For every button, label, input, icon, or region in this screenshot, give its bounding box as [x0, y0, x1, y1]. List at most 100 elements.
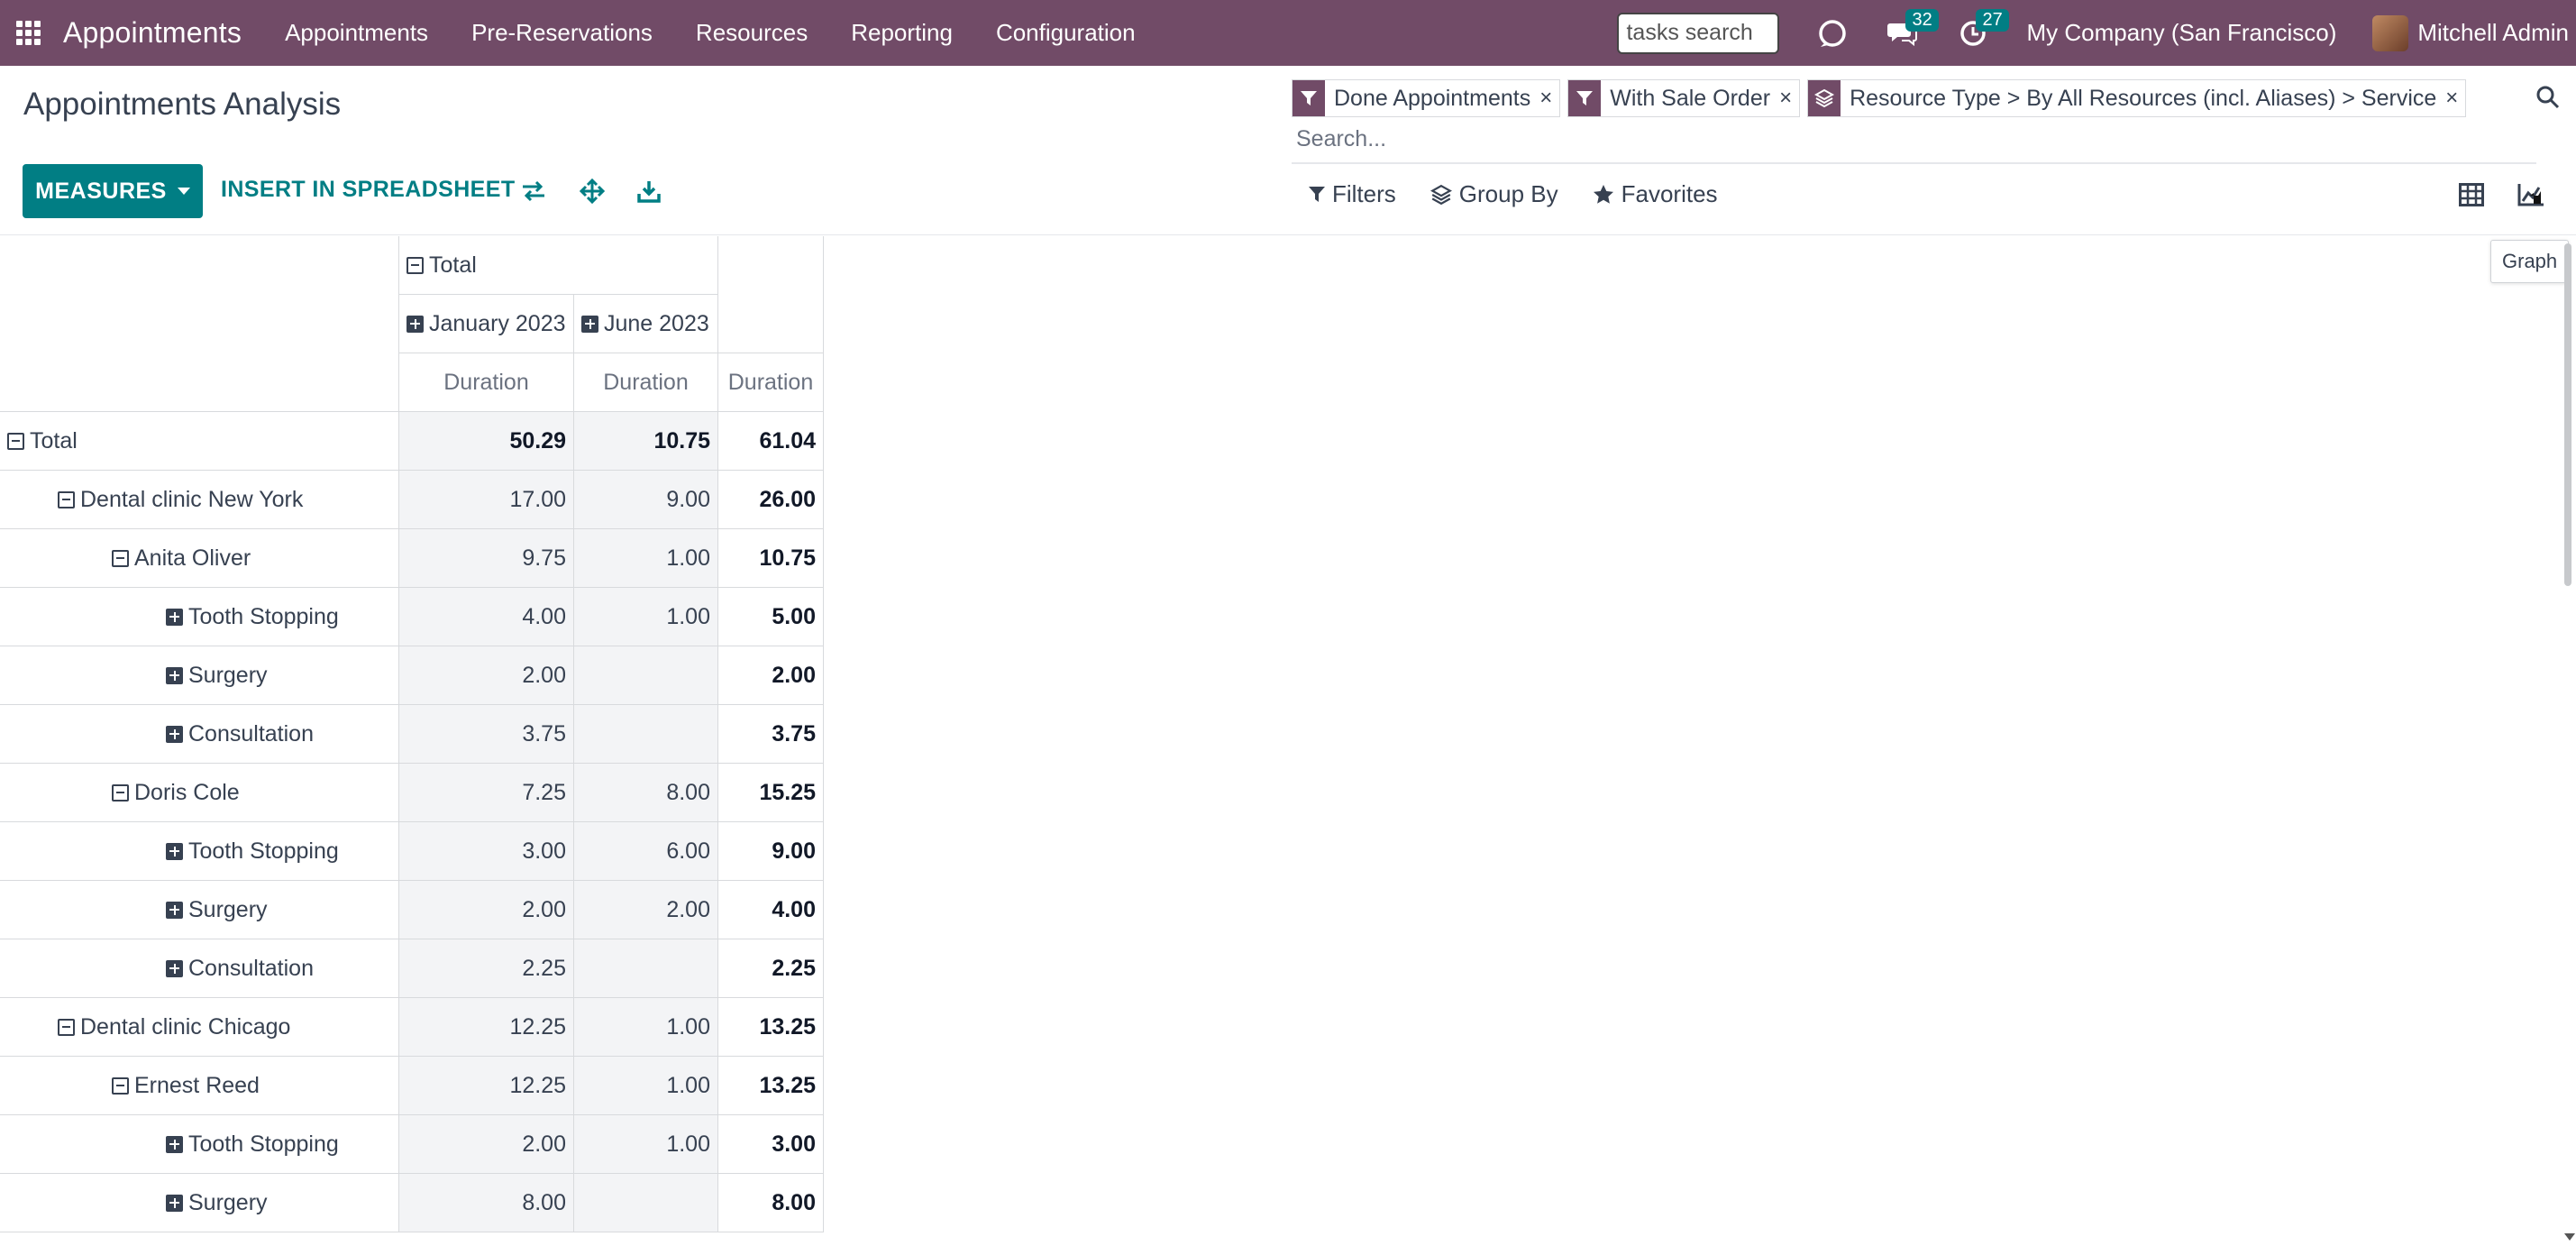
scrollbar-thumb[interactable]	[2564, 243, 2571, 586]
row-total-cell[interactable]: 26.00	[718, 471, 824, 529]
facet-group-by-resource[interactable]: Resource Type > By All Resources (incl. …	[1807, 79, 2467, 117]
graph-view-icon[interactable]	[2509, 177, 2553, 213]
pivot-cell[interactable]: 50.29	[399, 412, 574, 471]
flip-axis-icon[interactable]	[519, 177, 548, 206]
pivot-cell[interactable]: 6.00	[574, 822, 718, 881]
col-header-june-2023[interactable]: June 2023	[574, 295, 718, 353]
expand-all-icon[interactable]	[578, 177, 607, 206]
pivot-view-icon[interactable]	[2450, 177, 2493, 213]
filters-button[interactable]: Filters	[1309, 180, 1396, 208]
row-header[interactable]: Surgery	[0, 881, 399, 939]
search-icon[interactable]	[2535, 85, 2561, 115]
pivot-cell[interactable]: 17.00	[399, 471, 574, 529]
favorites-button[interactable]: Favorites	[1593, 180, 1718, 208]
pivot-cell[interactable]: 8.00	[399, 1174, 574, 1232]
row-total-cell[interactable]: 13.25	[718, 1057, 824, 1115]
row-header[interactable]: Surgery	[0, 646, 399, 705]
pivot-cell[interactable]: 12.25	[399, 998, 574, 1057]
row-total-cell[interactable]: 61.04	[718, 412, 824, 471]
pivot-cell[interactable]: 9.75	[399, 529, 574, 588]
row-header[interactable]: Tooth Stopping	[0, 1115, 399, 1174]
pivot-cell[interactable]: 1.00	[574, 1115, 718, 1174]
download-icon[interactable]	[635, 177, 663, 206]
voip-icon[interactable]	[1815, 16, 1850, 50]
pivot-cell[interactable]	[574, 646, 718, 705]
pivot-cell[interactable]: 2.25	[399, 939, 574, 998]
row-header[interactable]: Consultation	[0, 939, 399, 998]
row-total-cell[interactable]: 9.00	[718, 822, 824, 881]
row-total-cell[interactable]: 15.25	[718, 764, 824, 822]
row-header[interactable]: Consultation	[0, 705, 399, 764]
row-header-label: Surgery	[188, 1189, 268, 1215]
pivot-cell[interactable]: 1.00	[574, 1057, 718, 1115]
pivot-cell[interactable]: 2.00	[399, 1115, 574, 1174]
close-icon[interactable]: ×	[1779, 86, 1799, 111]
row-header[interactable]: Total	[0, 412, 399, 471]
menu-resources[interactable]: Resources	[696, 19, 808, 47]
pivot-cell[interactable]: 1.00	[574, 529, 718, 588]
pivot-cell[interactable]: 8.00	[574, 764, 718, 822]
close-icon[interactable]: ×	[2445, 86, 2465, 111]
pivot-cell[interactable]: 9.00	[574, 471, 718, 529]
menu-reporting[interactable]: Reporting	[851, 19, 953, 47]
col-header-january-2023[interactable]: January 2023	[399, 295, 574, 353]
close-icon[interactable]: ×	[1539, 86, 1559, 111]
row-total-cell[interactable]: 3.75	[718, 705, 824, 764]
measure-header[interactable]: Duration	[399, 353, 574, 412]
row-header[interactable]: Dental clinic New York	[0, 471, 399, 529]
menu-appointments[interactable]: Appointments	[285, 19, 428, 47]
group-by-button[interactable]: Group By	[1430, 180, 1558, 208]
row-total-cell[interactable]: 13.25	[718, 998, 824, 1057]
pivot-cell[interactable]: 3.75	[399, 705, 574, 764]
navbar-search-input[interactable]	[1617, 12, 1780, 54]
pivot-cell[interactable]: 12.25	[399, 1057, 574, 1115]
pivot-cell[interactable]: 2.00	[399, 646, 574, 705]
row-total-cell[interactable]: 5.00	[718, 588, 824, 646]
pivot-cell[interactable]: 7.25	[399, 764, 574, 822]
pivot-cell[interactable]: 10.75	[574, 412, 718, 471]
app-brand[interactable]: Appointments	[63, 16, 242, 50]
row-header[interactable]: Tooth Stopping	[0, 822, 399, 881]
row-header[interactable]: Surgery	[0, 1174, 399, 1232]
measure-header[interactable]: Duration	[574, 353, 718, 412]
row-total-cell[interactable]: 2.00	[718, 646, 824, 705]
row-total-cell[interactable]: 10.75	[718, 529, 824, 588]
pivot-cell[interactable]: 4.00	[399, 588, 574, 646]
measure-header[interactable]: Duration	[718, 353, 824, 412]
company-switcher[interactable]: My Company (San Francisco)	[2026, 19, 2336, 47]
pivot-cell[interactable]: 1.00	[574, 588, 718, 646]
avatar[interactable]	[2372, 14, 2409, 51]
pivot-cell[interactable]	[574, 1174, 718, 1232]
scroll-down-icon[interactable]	[2564, 1233, 2575, 1241]
col-header-total[interactable]: Total	[399, 236, 718, 295]
row-header[interactable]: Doris Cole	[0, 764, 399, 822]
row-header[interactable]: Dental clinic Chicago	[0, 998, 399, 1057]
row-header[interactable]: Ernest Reed	[0, 1057, 399, 1115]
insert-in-spreadsheet-button[interactable]: INSERT IN SPREADSHEET	[221, 177, 516, 203]
expand-icon	[406, 315, 424, 333]
menu-configuration[interactable]: Configuration	[996, 19, 1136, 47]
expand-icon	[166, 666, 183, 684]
measures-label: MEASURES	[35, 178, 167, 204]
row-header[interactable]: Tooth Stopping	[0, 588, 399, 646]
pivot-cell[interactable]: 2.00	[399, 881, 574, 939]
pivot-cell[interactable]	[574, 939, 718, 998]
menu-pre-reservations[interactable]: Pre-Reservations	[471, 19, 653, 47]
user-menu[interactable]: Mitchell Admin	[2417, 19, 2569, 47]
row-total-cell[interactable]: 8.00	[718, 1174, 824, 1232]
row-header[interactable]: Anita Oliver	[0, 529, 399, 588]
facet-done-appointments[interactable]: Done Appointments ×	[1292, 79, 1561, 117]
app-menu-icon[interactable]	[16, 20, 41, 46]
pivot-cell[interactable]: 3.00	[399, 822, 574, 881]
facet-with-sale-order[interactable]: With Sale Order ×	[1567, 79, 1801, 117]
messages-icon[interactable]: 32	[1886, 8, 1939, 50]
pivot-cell[interactable]: 1.00	[574, 998, 718, 1057]
row-total-cell[interactable]: 3.00	[718, 1115, 824, 1174]
pivot-cell[interactable]: 2.00	[574, 881, 718, 939]
row-total-cell[interactable]: 4.00	[718, 881, 824, 939]
measures-button[interactable]: MEASURES	[23, 164, 203, 218]
activities-icon[interactable]: 27	[1956, 8, 2009, 50]
row-total-cell[interactable]: 2.25	[718, 939, 824, 998]
pivot-cell[interactable]	[574, 705, 718, 764]
search-input[interactable]: Search...	[1296, 126, 1386, 152]
